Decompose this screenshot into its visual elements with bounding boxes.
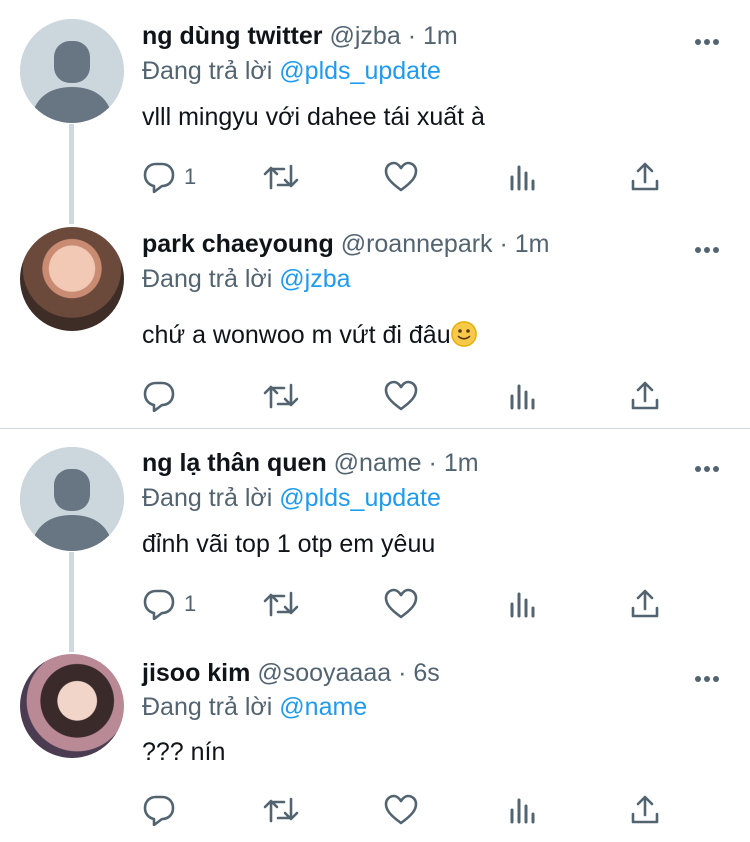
mention-link[interactable]: @jzba [279,265,350,293]
replying-to-label: Đang trả lời [142,484,273,512]
comment-icon [142,380,176,412]
analytics-button[interactable] [508,584,538,624]
tweet-header: ng dùng twitter @jzba · 1m [142,19,458,53]
tweet-actions [142,790,722,830]
reply-button[interactable]: 1 [142,157,196,197]
like-button[interactable] [384,584,418,624]
separator-dot: · [398,659,407,687]
share-icon [630,588,660,620]
comment-icon [142,161,176,193]
tweet[interactable]: park chaeyoung @roannepark · 1m Đang trả… [0,210,750,428]
retweet-icon [262,161,300,193]
share-button[interactable] [630,157,660,197]
like-icon [384,161,418,193]
replying-to: Đang trả lời @name [142,690,367,724]
tweet-header: jisoo kim @sooyaaaa · 6s [142,656,440,690]
replying-to: Đang trả lời @plds_update [142,54,441,88]
tweet-text: vlll mingyu với dahee tái xuất à [142,103,485,131]
replying-to-label: Đang trả lời [142,693,273,721]
analytics-button[interactable] [508,790,538,830]
analytics-button[interactable] [508,376,538,416]
tweet-text-row: chứ a wonwoo m vứt đi đâu [142,318,477,352]
share-icon [630,794,660,826]
profile-photo-avatar[interactable] [20,654,124,758]
retweet-button[interactable] [262,376,300,416]
retweet-button[interactable] [262,157,300,197]
more-icon[interactable] [694,670,720,682]
replying-to: Đang trả lời @plds_update [142,481,441,515]
comment-icon [142,794,176,826]
tweet-header: park chaeyoung @roannepark · 1m [142,227,550,261]
comment-icon [142,588,176,620]
separator-dot: · [428,449,437,477]
share-button[interactable] [630,376,660,416]
share-icon [630,161,660,193]
replying-to: Đang trả lời @jzba [142,262,351,296]
user-handle[interactable]: @jzba [329,22,400,50]
tweet-actions: 1 [142,157,722,197]
retweet-icon [262,380,300,412]
display-name[interactable]: ng lạ thân quen [142,449,327,477]
user-handle[interactable]: @roannepark [341,230,493,258]
more-icon[interactable] [694,460,720,472]
tweet[interactable]: ng dùng twitter @jzba · 1m Đang trả lời … [0,0,750,210]
timestamp[interactable]: 1m [444,449,479,477]
display-name[interactable]: jisoo kim [142,659,250,687]
timestamp[interactable]: 1m [515,230,550,258]
tweet-header: ng lạ thân quen @name · 1m [142,446,479,480]
like-button[interactable] [384,157,418,197]
reply-button[interactable] [142,790,184,830]
mention-link[interactable]: @plds_update [279,57,441,85]
tweet-actions [142,376,722,416]
share-icon [630,380,660,412]
tweet-actions: 1 [142,584,722,624]
share-button[interactable] [630,584,660,624]
mention-link[interactable]: @plds_update [279,484,441,512]
tweet-text: chứ a wonwoo m vứt đi đâu [142,321,451,349]
default-avatar[interactable] [20,19,124,123]
timestamp[interactable]: 1m [423,22,458,50]
more-icon[interactable] [694,33,720,45]
separator-dot: · [499,230,508,258]
slightly-smiling-face-emoji [450,321,477,347]
tweet[interactable]: ng lạ thân quen @name · 1m Đang trả lời … [0,429,750,639]
analytics-button[interactable] [508,157,538,197]
reply-button[interactable] [142,376,184,416]
analytics-icon [508,794,538,826]
timestamp[interactable]: 6s [413,659,439,687]
analytics-icon [508,380,538,412]
replying-to-label: Đang trả lời [142,57,273,85]
tweet-text: ??? nín [142,738,226,766]
like-icon [384,380,418,412]
tweet-text: đỉnh vãi top 1 otp em yêuu [142,530,436,558]
user-handle[interactable]: @name [334,449,422,477]
analytics-icon [508,588,538,620]
reply-count: 1 [184,591,197,616]
display-name[interactable]: ng dùng twitter [142,22,323,50]
retweet-button[interactable] [262,584,300,624]
like-button[interactable] [384,376,418,416]
profile-photo-avatar[interactable] [20,227,124,331]
retweet-button[interactable] [262,790,300,830]
reply-count: 1 [184,164,197,189]
separator-dot: · [407,22,417,50]
analytics-icon [508,161,538,193]
like-icon [384,794,418,826]
retweet-icon [262,588,300,620]
retweet-icon [262,794,300,826]
share-button[interactable] [630,790,660,830]
display-name[interactable]: park chaeyoung [142,230,334,258]
reply-button[interactable]: 1 [142,584,196,624]
user-handle[interactable]: @sooyaaaa [257,659,391,687]
tweet[interactable]: jisoo kim @sooyaaaa · 6s Đang trả lời @n… [0,639,750,842]
like-icon [384,588,418,620]
default-avatar[interactable] [20,447,124,551]
more-icon[interactable] [694,241,720,253]
like-button[interactable] [384,790,418,830]
mention-link[interactable]: @name [279,693,367,721]
replying-to-label: Đang trả lời [142,265,273,293]
